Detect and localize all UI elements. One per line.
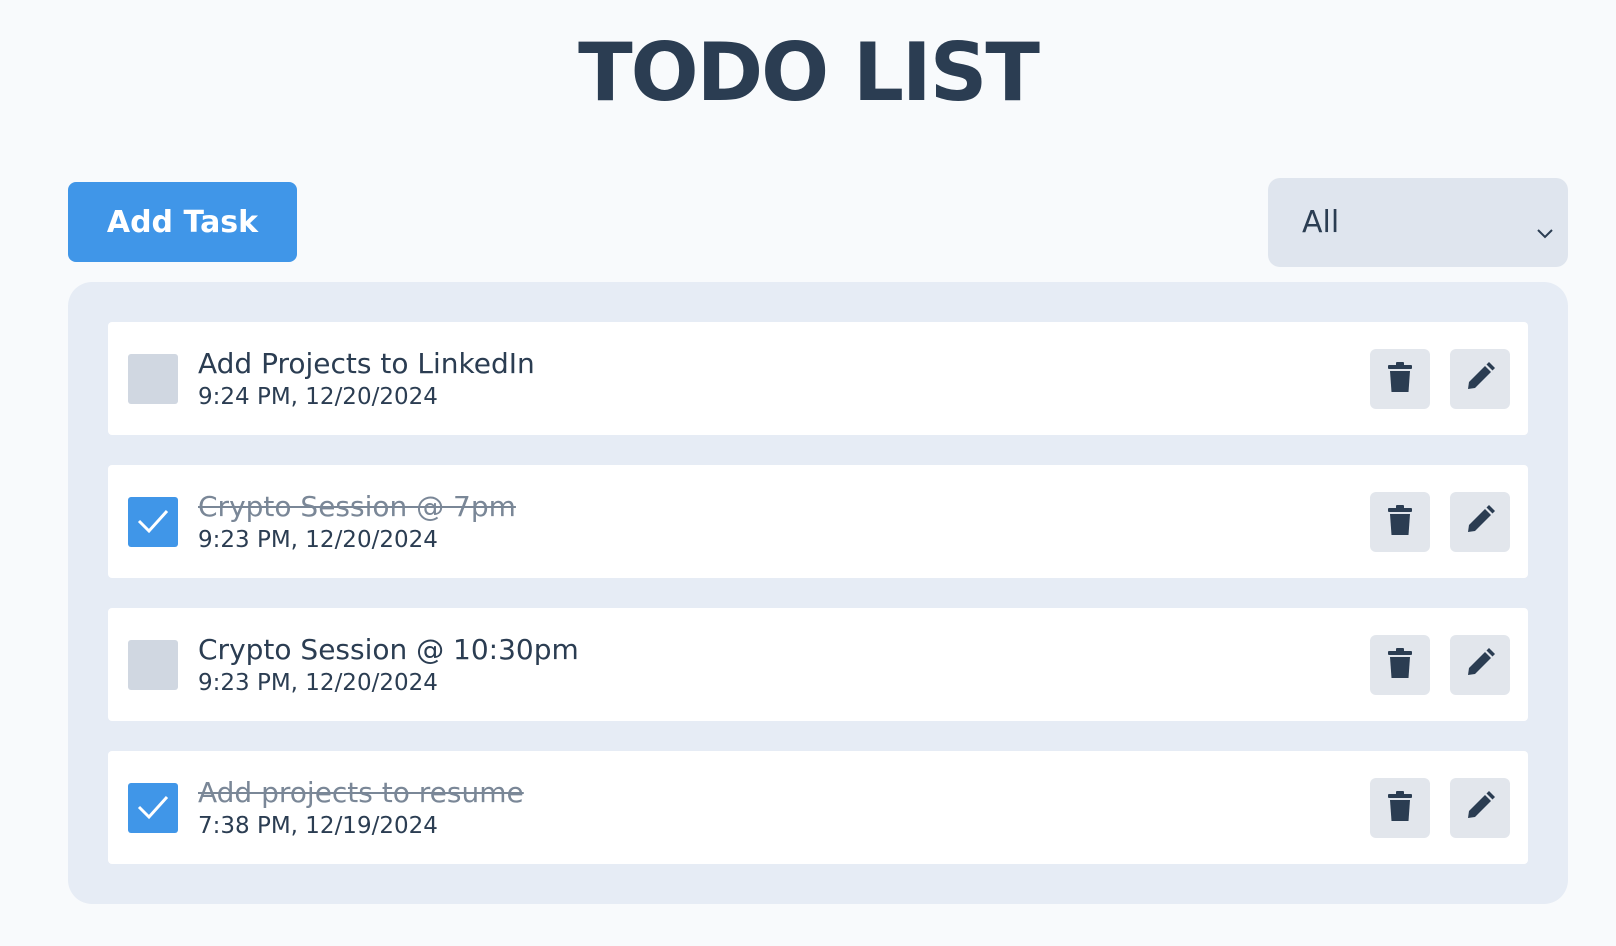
task-title: Add projects to resume bbox=[198, 776, 524, 809]
task-title: Crypto Session @ 10:30pm bbox=[198, 633, 579, 666]
task-checkbox[interactable] bbox=[128, 783, 178, 833]
task-row: Crypto Session @ 10:30pm 9:23 PM, 12/20/… bbox=[108, 608, 1528, 721]
task-timestamp: 9:23 PM, 12/20/2024 bbox=[198, 670, 438, 696]
task-row: Add Projects to LinkedIn 9:24 PM, 12/20/… bbox=[108, 322, 1528, 435]
task-checkbox[interactable] bbox=[128, 354, 178, 404]
pencil-icon bbox=[1464, 504, 1496, 540]
filter-select[interactable]: All bbox=[1268, 178, 1568, 267]
task-row: Crypto Session @ 7pm 9:23 PM, 12/20/2024 bbox=[108, 465, 1528, 578]
task-checkbox[interactable] bbox=[128, 640, 178, 690]
task-list: Add Projects to LinkedIn 9:24 PM, 12/20/… bbox=[68, 282, 1568, 904]
chevron-down-icon bbox=[1536, 214, 1554, 239]
task-timestamp: 7:38 PM, 12/19/2024 bbox=[198, 813, 438, 839]
task-title: Add Projects to LinkedIn bbox=[198, 347, 535, 380]
task-checkbox[interactable] bbox=[128, 497, 178, 547]
task-row: Add projects to resume 7:38 PM, 12/19/20… bbox=[108, 751, 1528, 864]
task-timestamp: 9:23 PM, 12/20/2024 bbox=[198, 527, 438, 553]
delete-task-button[interactable] bbox=[1370, 778, 1430, 838]
trash-icon bbox=[1388, 791, 1412, 825]
edit-task-button[interactable] bbox=[1450, 492, 1510, 552]
trash-icon bbox=[1388, 362, 1412, 396]
checkmark-icon bbox=[137, 795, 169, 820]
edit-task-button[interactable] bbox=[1450, 778, 1510, 838]
delete-task-button[interactable] bbox=[1370, 492, 1430, 552]
edit-task-button[interactable] bbox=[1450, 349, 1510, 409]
page-title: TODO LIST bbox=[578, 26, 1040, 119]
add-task-button[interactable]: Add Task bbox=[68, 182, 297, 262]
trash-icon bbox=[1388, 505, 1412, 539]
task-timestamp: 9:24 PM, 12/20/2024 bbox=[198, 384, 438, 410]
pencil-icon bbox=[1464, 790, 1496, 826]
task-title: Crypto Session @ 7pm bbox=[198, 490, 516, 523]
trash-icon bbox=[1388, 648, 1412, 682]
delete-task-button[interactable] bbox=[1370, 349, 1430, 409]
pencil-icon bbox=[1464, 361, 1496, 397]
edit-task-button[interactable] bbox=[1450, 635, 1510, 695]
pencil-icon bbox=[1464, 647, 1496, 683]
checkmark-icon bbox=[137, 509, 169, 534]
filter-selected-value: All bbox=[1302, 205, 1340, 240]
delete-task-button[interactable] bbox=[1370, 635, 1430, 695]
